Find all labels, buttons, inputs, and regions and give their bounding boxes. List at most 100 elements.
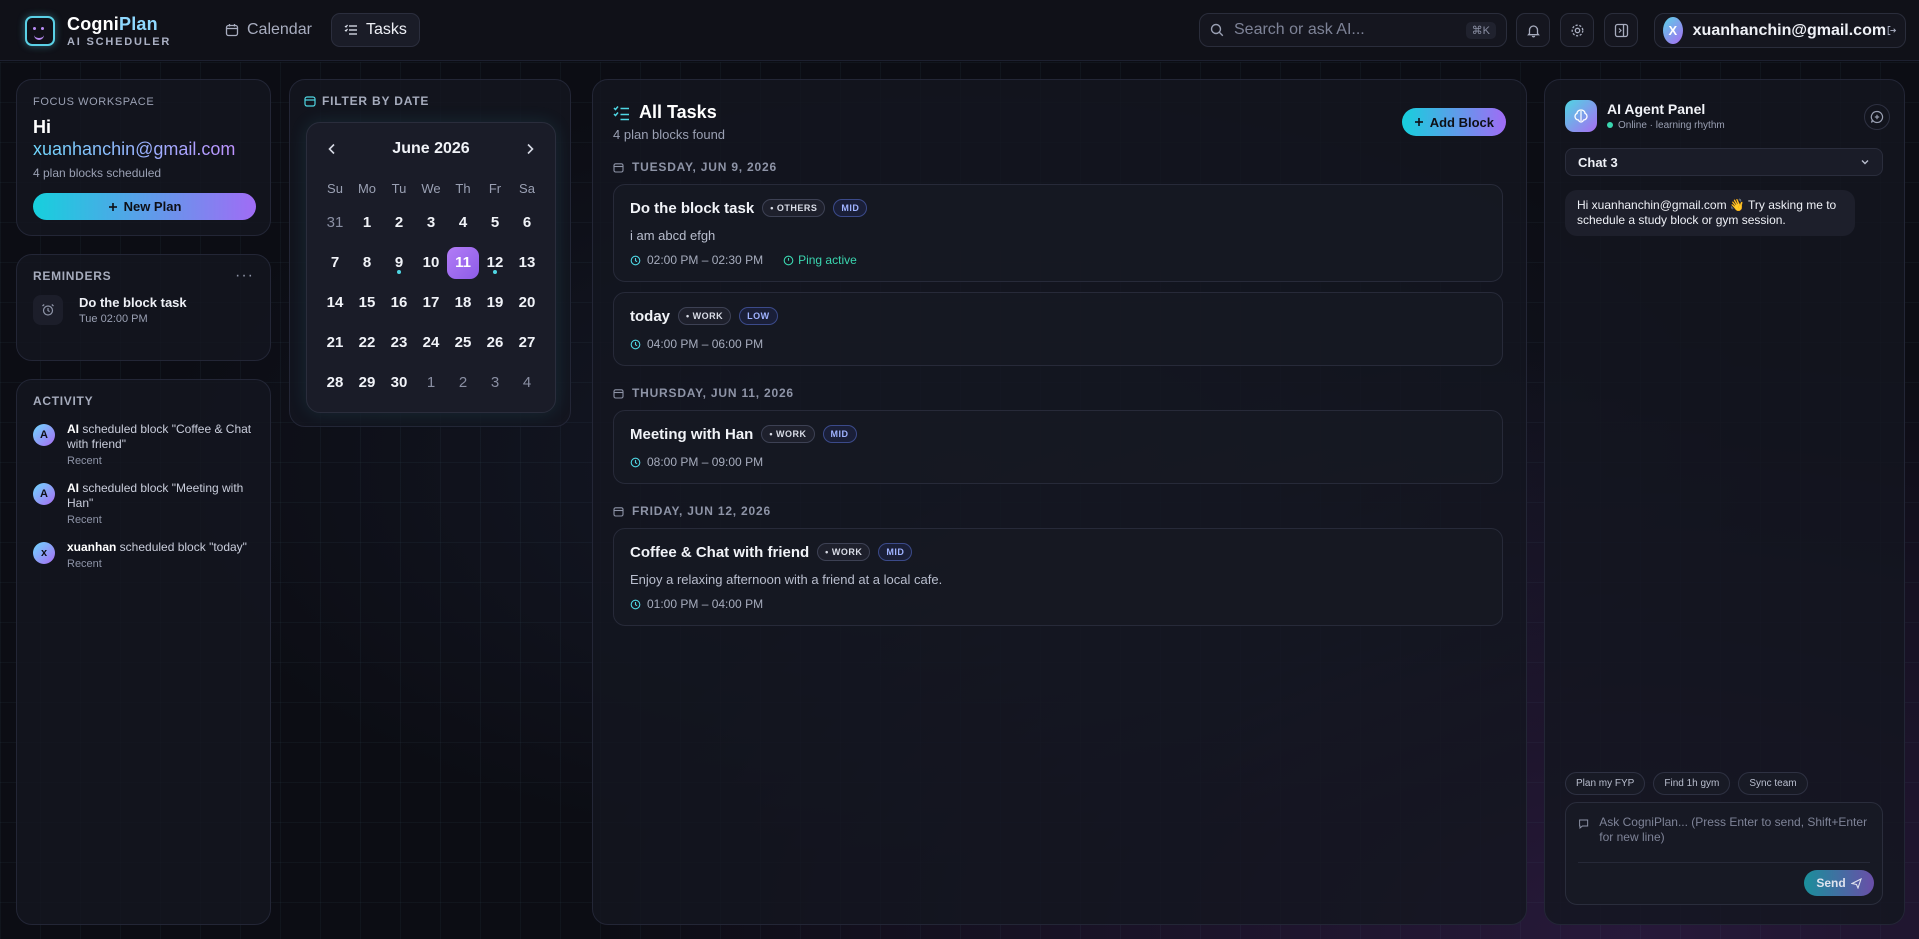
chat-select[interactable]: Chat 3: [1565, 148, 1883, 176]
user-menu[interactable]: X xuanhanchin@gmail.com: [1654, 13, 1906, 48]
category-badge: OTHERS: [762, 199, 826, 217]
task-title: today: [630, 307, 671, 325]
chevron-down-icon: [1861, 160, 1869, 165]
calendar-day[interactable]: 23: [383, 327, 415, 359]
welcome-card: FOCUS WORKSPACE Hi xuanhanchin@gmail.com…: [16, 79, 271, 236]
calendar-day[interactable]: 16: [383, 287, 415, 319]
send-label: Send: [1816, 876, 1846, 890]
task-title: Coffee & Chat with friend: [630, 543, 810, 561]
calendar-day[interactable]: 7: [319, 247, 351, 279]
clock-icon: [630, 255, 641, 265]
calendar-day[interactable]: 4: [511, 367, 543, 399]
calendar-day-selected[interactable]: 11: [447, 247, 479, 279]
gear-icon: [1571, 24, 1583, 36]
task-time-row: 08:00 PM – 09:00 PM: [630, 455, 1486, 469]
calendar-day[interactable]: 22: [351, 327, 383, 359]
app-title: CogniPlan: [67, 14, 158, 34]
category-badge: WORK: [678, 307, 732, 325]
mini-calendar: June 2026 Su Mo Tu We Th Fr Sa 31 1 2 3 4 5 6 7 8 9 10 11 1…: [306, 122, 556, 413]
calendar-day[interactable]: 3: [415, 207, 447, 239]
calendar-day[interactable]: 10: [415, 247, 447, 279]
calendar-day[interactable]: 2: [447, 367, 479, 399]
nav-calendar[interactable]: Calendar: [212, 13, 325, 47]
activity-item: A AI scheduled block "Meeting with Han" …: [33, 481, 254, 526]
weekday-label: Fr: [488, 181, 502, 196]
add-block-label: Add Block: [1429, 114, 1494, 130]
suggestion-chip[interactable]: Plan my FYP: [1565, 772, 1646, 795]
calendar-day[interactable]: 13: [511, 247, 543, 279]
calendar-day[interactable]: 25: [447, 327, 479, 359]
date-filter-panel: FILTER BY DATE June 2026 Su Mo Tu We Th Fr Sa 3…: [289, 79, 571, 427]
notifications-button[interactable]: [1516, 13, 1550, 47]
calendar-day[interactable]: 4: [447, 207, 479, 239]
user-email: xuanhanchin@gmail.com: [1692, 21, 1887, 39]
agent-message: Hi xuanhanchin@gmail.com 👋 Try asking me…: [1565, 190, 1855, 236]
calendar-day[interactable]: 29: [351, 367, 383, 399]
activity-text: xuanhan scheduled block "today": [67, 540, 247, 554]
task-card[interactable]: today WORK LOW 04:00 PM – 06:00 PM: [613, 292, 1503, 366]
task-title: Meeting with Han: [630, 425, 754, 443]
calendar-day[interactable]: 19: [479, 287, 511, 319]
calendar-day[interactable]: 15: [351, 287, 383, 319]
calendar-day[interactable]: 30: [383, 367, 415, 399]
filter-title: FILTER BY DATE: [322, 94, 430, 108]
calendar-day[interactable]: 31: [319, 207, 351, 239]
app-logo[interactable]: CogniPlan AI SCHEDULER: [25, 14, 171, 48]
calendar-day[interactable]: 17: [415, 287, 447, 319]
task-time: 04:00 PM – 06:00 PM: [647, 337, 764, 351]
toggle-sidebar-button[interactable]: [1604, 13, 1638, 47]
new-chat-icon: [1870, 110, 1884, 124]
brain-icon: [1565, 100, 1597, 132]
calendar-day[interactable]: 28: [319, 367, 351, 399]
next-month-icon[interactable]: [525, 143, 535, 155]
calendar-day[interactable]: 14: [319, 287, 351, 319]
task-time-row: 02:00 PM – 02:30 PM Ping active: [630, 253, 1486, 267]
task-time: 08:00 PM – 09:00 PM: [647, 455, 764, 469]
suggestion-chip[interactable]: Sync team: [1738, 772, 1808, 795]
calendar-day[interactable]: 21: [319, 327, 351, 359]
calendar-day[interactable]: 2: [383, 207, 415, 239]
calendar-day[interactable]: 3: [479, 367, 511, 399]
logout-icon[interactable]: [1886, 23, 1897, 38]
calendar-day[interactable]: 26: [479, 327, 511, 359]
suggestion-chips: Plan my FYP Find 1h gym Sync team: [1565, 772, 1808, 795]
task-card[interactable]: Do the block task OTHERS MID i am abcd efgh…: [613, 184, 1503, 282]
more-icon[interactable]: ···: [235, 267, 254, 285]
chat-composer[interactable]: Ask CogniPlan... (Press Enter to send, S…: [1565, 802, 1883, 905]
calendar-day[interactable]: 24: [415, 327, 447, 359]
new-plan-button[interactable]: New Plan: [33, 193, 256, 220]
calendar-day[interactable]: 9: [383, 247, 415, 279]
prev-month-icon[interactable]: [327, 143, 337, 155]
add-block-button[interactable]: Add Block: [1401, 108, 1506, 136]
weekday-label: Mo: [357, 181, 377, 196]
calendar-day[interactable]: 6: [511, 207, 543, 239]
task-card[interactable]: Meeting with Han WORK MID 08:00 PM – 09:00 …: [613, 410, 1503, 484]
calendar-day[interactable]: 12: [479, 247, 511, 279]
priority-badge: MID: [878, 543, 913, 561]
calendar-day[interactable]: 1: [351, 207, 383, 239]
greeting-email: xuanhanchin@gmail.com: [33, 138, 254, 160]
weekday-label: Su: [327, 181, 343, 196]
calendar-day[interactable]: 20: [511, 287, 543, 319]
send-button[interactable]: Send: [1804, 870, 1874, 896]
calendar-day[interactable]: 18: [447, 287, 479, 319]
weekday-label: Sa: [519, 181, 535, 196]
task-card[interactable]: Coffee & Chat with friend WORK MID Enjoy a …: [613, 528, 1503, 626]
panel-icon: [1614, 23, 1628, 37]
calendar-day[interactable]: 1: [415, 367, 447, 399]
calendar-day[interactable]: 8: [351, 247, 383, 279]
tasks-count: 4 plan blocks found: [613, 127, 726, 142]
reminders-card: REMINDERS ··· Do the block task Tue 02:0…: [16, 254, 271, 361]
weekday-label: Tu: [391, 181, 407, 196]
new-chat-button[interactable]: [1864, 104, 1890, 130]
calendar-day[interactable]: 27: [511, 327, 543, 359]
settings-button[interactable]: [1560, 13, 1594, 47]
nav-tasks[interactable]: Tasks: [330, 13, 420, 47]
greeting: Hi: [33, 117, 51, 137]
suggestion-chip[interactable]: Find 1h gym: [1653, 772, 1731, 795]
reminder-item[interactable]: Do the block task Tue 02:00 PM: [33, 295, 254, 325]
calendar-day[interactable]: 5: [479, 207, 511, 239]
date-group-label: THURSDAY, JUN 11, 2026: [632, 386, 794, 400]
search-shortcut: ⌘K: [1465, 21, 1496, 39]
search-input[interactable]: Search or ask AI... ⌘K: [1199, 13, 1507, 47]
